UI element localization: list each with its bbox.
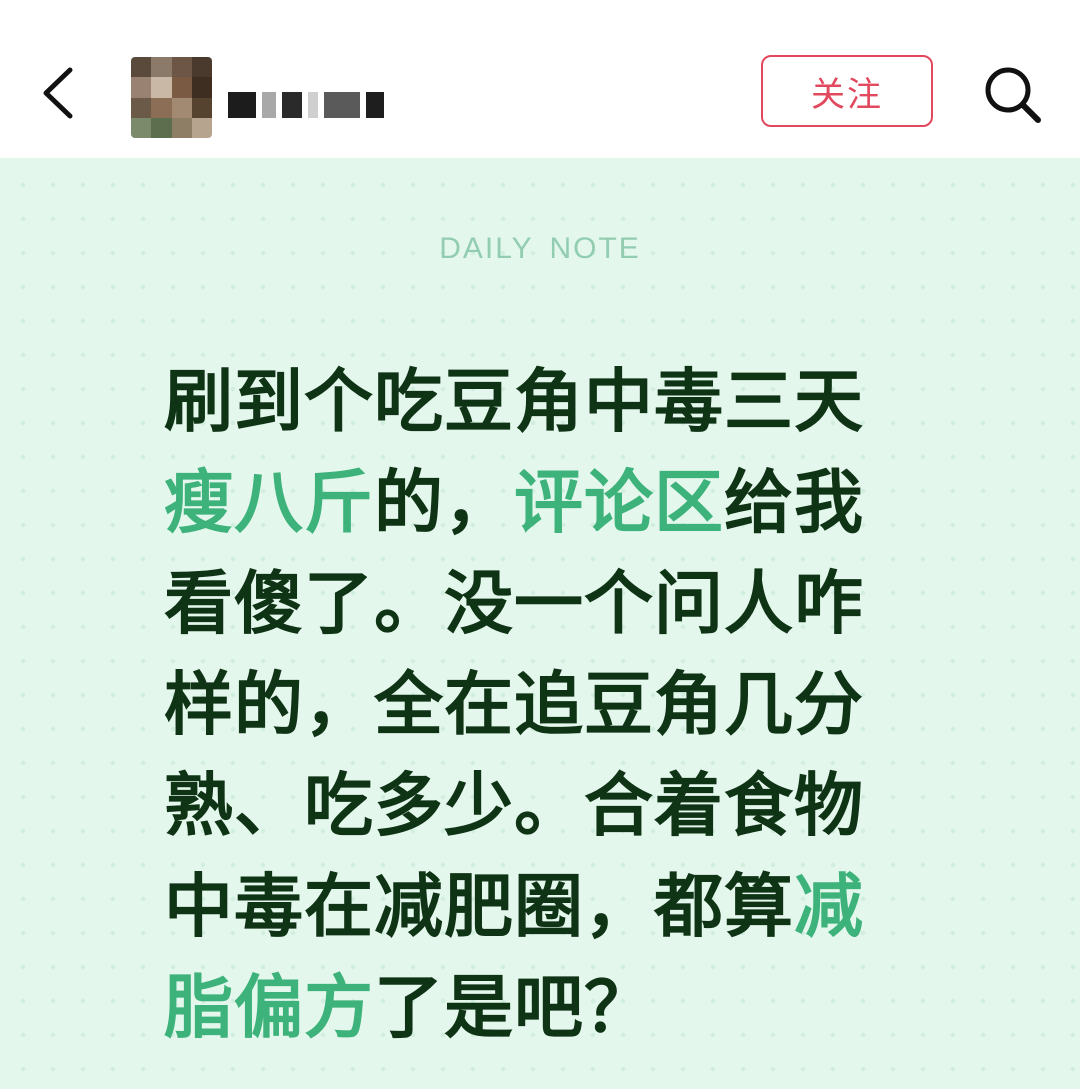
top-bar: 关注	[0, 0, 1080, 158]
note-body-text: 刷到个吃豆角中毒三天瘦八斤的，评论区给我看傻了。没一个问人咋样的，全在追豆角几分…	[164, 352, 894, 1059]
back-button[interactable]	[30, 58, 90, 128]
search-button[interactable]	[978, 60, 1048, 130]
follow-button[interactable]: 关注	[761, 55, 933, 127]
note-card: DAILY NOTE 刷到个吃豆角中毒三天瘦八斤的，评论区给我看傻了。没一个问人…	[0, 158, 1080, 1089]
chevron-left-icon	[43, 67, 73, 119]
note-label: DAILY NOTE	[439, 232, 641, 265]
note-highlight-segment: 瘦八斤	[164, 463, 374, 543]
avatar[interactable]	[131, 57, 212, 138]
note-text-segment: 的，	[374, 463, 514, 543]
note-highlight-segment: 评论区	[514, 463, 724, 543]
username-obscured[interactable]	[228, 88, 384, 122]
follow-button-label: 关注	[811, 74, 883, 115]
note-text-segment: 了是吧？	[374, 968, 654, 1048]
search-icon	[985, 67, 1041, 123]
note-text-segment: 刷到个吃豆角中毒三天	[164, 362, 864, 442]
